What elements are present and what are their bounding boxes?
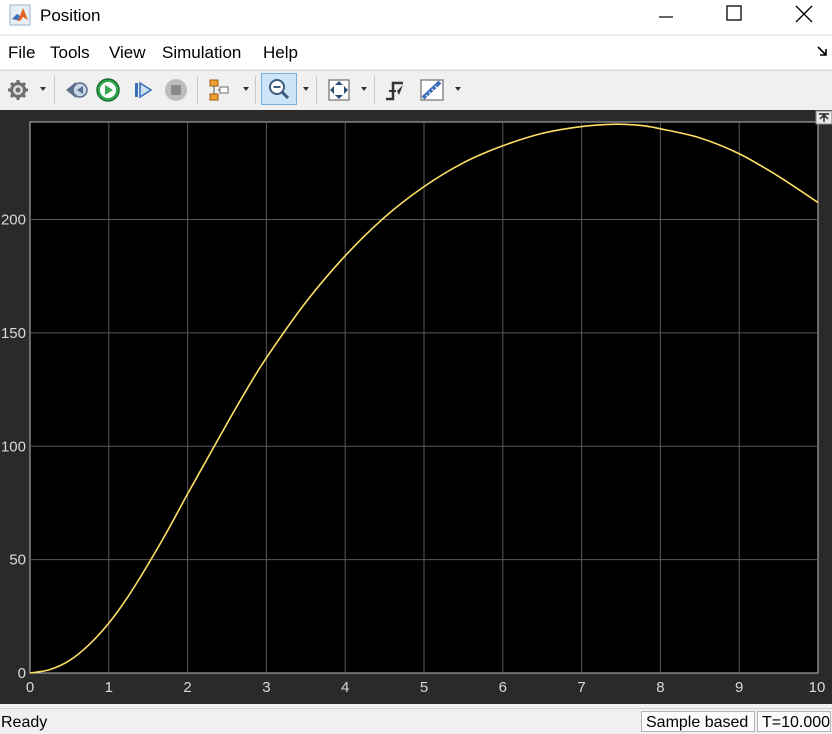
- undock-arrow-icon[interactable]: [816, 44, 830, 58]
- menu-simulation[interactable]: Simulation: [162, 43, 241, 63]
- maximize-icon: [726, 5, 742, 21]
- y-tick-label: 50: [9, 552, 26, 569]
- window-title: Position: [40, 6, 101, 25]
- x-tick-label: 10: [809, 679, 826, 696]
- zoom-icon: [269, 79, 290, 100]
- toolbar-separator: [316, 76, 317, 104]
- y-tick-labels: 0 50 100 150 200: [1, 212, 26, 682]
- measurements-icon[interactable]: [418, 77, 446, 103]
- toolbar: [0, 70, 832, 109]
- matlab-logo-icon: [9, 4, 31, 26]
- x-tick-label: 3: [262, 679, 270, 696]
- toolbar-separator: [374, 76, 375, 104]
- y-tick-label: 150: [1, 325, 26, 342]
- scope-display: 0 1 2 3 4 5 6 7 8 9 10 0 50 100 150 200: [0, 110, 832, 704]
- x-tick-label: 1: [105, 679, 113, 696]
- maximize-button[interactable]: [704, 0, 764, 34]
- toolbar-separator: [197, 76, 198, 104]
- menu-help[interactable]: Help: [263, 43, 298, 63]
- stop-icon[interactable]: [163, 77, 189, 103]
- autoscale-dropdown-caret[interactable]: [361, 87, 367, 91]
- step-back-icon[interactable]: [62, 77, 90, 103]
- x-tick-labels: 0 1 2 3 4 5 6 7 8 9 10: [26, 679, 826, 696]
- menu-tools[interactable]: Tools: [50, 43, 90, 63]
- menu-view[interactable]: View: [109, 43, 146, 63]
- y-tick-label: 200: [1, 212, 26, 229]
- status-sample-mode: Sample based: [641, 711, 755, 732]
- y-tick-label: 0: [18, 665, 26, 682]
- x-tick-label: 0: [26, 679, 34, 696]
- signal-selector-dropdown-caret[interactable]: [243, 87, 249, 91]
- measurements-dropdown-caret[interactable]: [455, 87, 461, 91]
- status-ready: Ready: [1, 714, 48, 731]
- y-tick-label: 100: [1, 438, 26, 455]
- x-tick-label: 5: [420, 679, 428, 696]
- toolbar-separator: [255, 76, 256, 104]
- close-icon: [795, 5, 813, 23]
- x-tick-label: 6: [499, 679, 507, 696]
- status-bar: Ready Sample based T=10.000: [0, 708, 832, 734]
- menu-bar: File Tools View Simulation Help: [0, 36, 832, 69]
- status-time: T=10.000: [757, 711, 831, 732]
- x-tick-label: 8: [656, 679, 664, 696]
- title-bar: Position: [0, 0, 832, 34]
- x-tick-label: 9: [735, 679, 743, 696]
- close-button[interactable]: [772, 0, 832, 34]
- maximize-axes-button[interactable]: [815, 110, 832, 125]
- signal-selector-icon[interactable]: [206, 77, 234, 103]
- minimize-button[interactable]: [636, 0, 696, 34]
- position-plot[interactable]: 0 1 2 3 4 5 6 7 8 9 10 0 50 100 150 200: [0, 110, 832, 704]
- triggers-icon[interactable]: [383, 77, 409, 103]
- step-forward-icon[interactable]: [131, 77, 155, 103]
- autoscale-icon[interactable]: [325, 77, 353, 103]
- menu-file[interactable]: File: [8, 43, 35, 63]
- zoom-dropdown-caret[interactable]: [303, 87, 309, 91]
- zoom-button[interactable]: [261, 73, 297, 105]
- toolbar-separator: [54, 76, 55, 104]
- minimize-icon: [659, 16, 673, 18]
- x-tick-label: 7: [577, 679, 585, 696]
- gear-icon[interactable]: [6, 77, 30, 103]
- run-icon[interactable]: [95, 77, 121, 103]
- gear-dropdown-caret[interactable]: [40, 87, 46, 91]
- x-tick-label: 4: [341, 679, 349, 696]
- x-tick-label: 2: [183, 679, 191, 696]
